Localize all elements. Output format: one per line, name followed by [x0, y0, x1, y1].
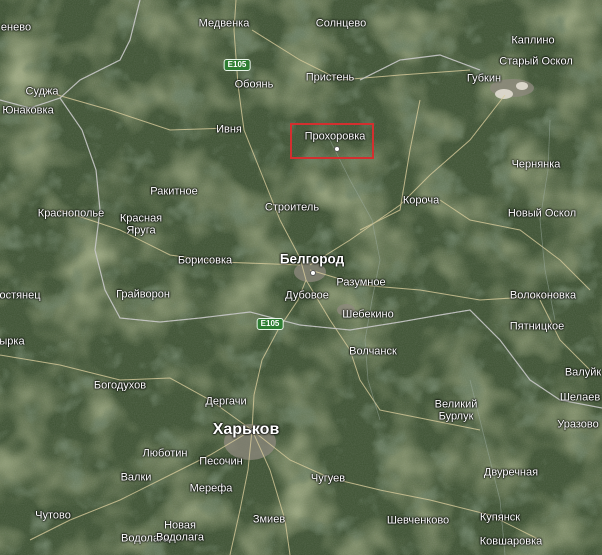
- place-label-gubkin[interactable]: Губкин: [467, 73, 501, 85]
- place-label-shevchenkovo[interactable]: Шевченково: [387, 515, 449, 527]
- place-label-shelaev[interactable]: Шелаев: [560, 392, 600, 404]
- place-label-merefa[interactable]: Мерефа: [190, 483, 233, 495]
- place-label-stroitel[interactable]: Строитель: [265, 202, 319, 214]
- place-label-vyrka[interactable]: ырка: [0, 336, 25, 348]
- place-label-krasnopolye[interactable]: Краснополье: [38, 208, 104, 220]
- place-label-valki[interactable]: Валки: [121, 472, 152, 484]
- place-label-novaya-vodolaga[interactable]: Новая Водолага: [156, 520, 204, 543]
- place-label-oboyan[interactable]: Обоянь: [235, 79, 274, 91]
- place-label-rakitnoe[interactable]: Ракитное: [150, 186, 197, 198]
- place-label-dvurechnaya[interactable]: Двуречная: [484, 467, 538, 479]
- place-label-yunakovka[interactable]: Юнаковка: [2, 105, 53, 117]
- place-label-dergachi[interactable]: Дергачи: [205, 396, 246, 408]
- place-label-grayvoron[interactable]: Грайворон: [116, 289, 170, 301]
- place-label-veliky-burluk[interactable]: Великий Бурлук: [435, 399, 478, 422]
- place-label-kaplino[interactable]: Каплино: [511, 35, 554, 47]
- place-label-medvenka[interactable]: Медвенка: [199, 18, 250, 30]
- place-label-pesochin[interactable]: Песочин: [199, 456, 242, 468]
- place-label-zmiev[interactable]: Змиев: [253, 514, 285, 526]
- highway-shield-e105-south: E105: [256, 318, 284, 330]
- place-marker-belgorod: [310, 270, 316, 276]
- place-label-ostrets[interactable]: остянец: [0, 290, 41, 302]
- place-label-korocha[interactable]: Короча: [403, 195, 439, 207]
- place-label-prokhorovka[interactable]: Прохоровка: [305, 131, 366, 143]
- place-label-chutovo[interactable]: Чутово: [35, 510, 71, 522]
- place-label-ivnya[interactable]: Ивня: [216, 124, 242, 136]
- place-label-kovsharovka[interactable]: Ковшаровка: [480, 536, 543, 548]
- satellite-map[interactable]: E105 E105 Медвенка Солнцево Каплино Стар…: [0, 0, 602, 555]
- place-label-shebekino[interactable]: Шебекино: [342, 309, 394, 321]
- place-label-razumnoe[interactable]: Разумное: [336, 277, 385, 289]
- place-label-urazovo[interactable]: Уразово: [557, 419, 598, 431]
- place-label-dubovoe[interactable]: Дубовое: [285, 290, 329, 302]
- place-label-pyatnitskoe[interactable]: Пятницкое: [510, 321, 565, 333]
- place-label-chuguev[interactable]: Чугуев: [311, 473, 345, 485]
- place-label-suja[interactable]: Суджа: [26, 86, 59, 98]
- place-label-borisovka[interactable]: Борисовка: [178, 255, 232, 267]
- place-label-belgorod[interactable]: Белгород: [280, 252, 344, 266]
- place-label-bogodukhov[interactable]: Богодухов: [94, 380, 146, 392]
- place-marker-prokhorovka: [334, 146, 340, 152]
- place-label-volokonovka[interactable]: Волоконовка: [510, 290, 576, 302]
- place-label-pristen[interactable]: Пристень: [306, 72, 355, 84]
- place-label-krasnaya-yaruga[interactable]: Красная Яруга: [120, 213, 162, 236]
- place-label-neevo[interactable]: енево: [1, 22, 31, 34]
- place-label-solntsevo[interactable]: Солнцево: [316, 18, 366, 30]
- place-label-kharkov[interactable]: Харьков: [213, 422, 280, 438]
- place-label-stary-oskol[interactable]: Старый Оскол: [499, 56, 573, 68]
- place-label-valuyki[interactable]: Валуйк: [565, 367, 601, 379]
- place-label-kupyansk[interactable]: Купянск: [480, 512, 520, 524]
- place-label-novy-oskol[interactable]: Новый Оскол: [508, 208, 576, 220]
- place-label-volchansk[interactable]: Волчанск: [349, 346, 397, 358]
- highway-shield-e105: E105: [223, 59, 251, 71]
- place-label-chernyanka[interactable]: Чернянка: [512, 159, 561, 171]
- place-label-lyubotin[interactable]: Люботин: [143, 448, 188, 460]
